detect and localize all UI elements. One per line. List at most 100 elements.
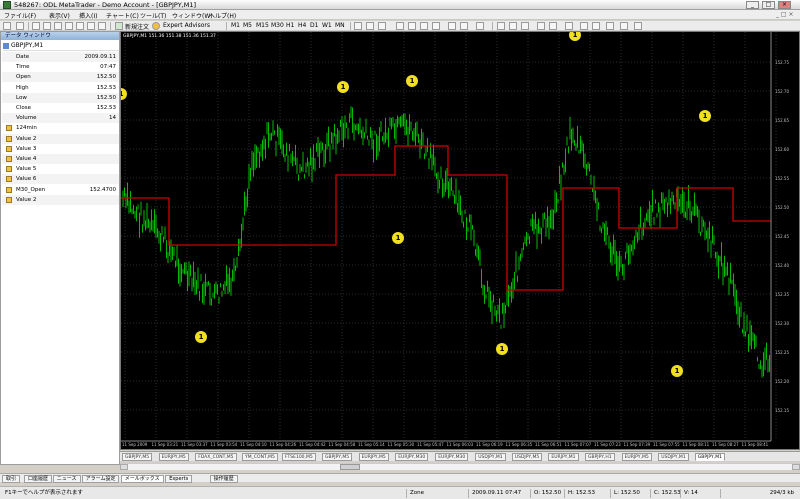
- trendline-icon[interactable]: [408, 22, 416, 30]
- data-row-value: 152.50: [96, 74, 116, 81]
- chart-tab[interactable]: EURJPY,M5: [158, 453, 189, 461]
- close-button[interactable]: ×: [778, 1, 791, 9]
- chart-tab[interactable]: FTSE100,M5: [282, 453, 316, 461]
- templates-icon[interactable]: [634, 22, 642, 30]
- toolbar-separator: [226, 22, 227, 30]
- navigator-icon[interactable]: [54, 22, 62, 30]
- timeframe-m30[interactable]: M30: [271, 22, 284, 29]
- scroll-left-button[interactable]: [120, 464, 128, 470]
- zoom-in-icon[interactable]: [537, 22, 545, 30]
- price-label: 152.25: [775, 350, 789, 355]
- new-chart-icon[interactable]: [3, 22, 11, 30]
- chart-tab[interactable]: EURJPY,M30: [435, 453, 469, 461]
- chart-tab[interactable]: USDJPY,M1: [658, 453, 689, 461]
- terminal-tab[interactable]: 操作履歴: [209, 475, 238, 483]
- chart-canvas[interactable]: [121, 32, 800, 450]
- text-icon[interactable]: [448, 22, 456, 30]
- timeframe-mn[interactable]: MN: [335, 22, 345, 29]
- terminal-tab[interactable]: Experts: [165, 475, 193, 483]
- new-order-icon[interactable]: [115, 22, 123, 30]
- chart-tab[interactable]: USDJPY,M1: [475, 453, 506, 461]
- data-row-value: 152.4700: [89, 186, 116, 193]
- timeframe-w1[interactable]: W1: [322, 22, 332, 29]
- new-order-button[interactable]: 新規注文: [125, 22, 149, 31]
- chart-tab[interactable]: EURJPY,M5: [621, 453, 652, 461]
- timeframe-m5[interactable]: M5: [243, 22, 252, 29]
- profiles-icon[interactable]: [16, 22, 24, 30]
- chart-tab[interactable]: FDAX_CONT,M5: [195, 453, 237, 461]
- data-row: Value 2: [2, 194, 119, 205]
- horizontal-line-icon[interactable]: [396, 22, 404, 30]
- timeframe-h1[interactable]: H1: [286, 22, 294, 29]
- terminal-tab[interactable]: ニュース: [52, 475, 81, 483]
- menu-help[interactable]: ヘルプ(H): [209, 11, 236, 20]
- scroll-thumb[interactable]: [340, 464, 360, 470]
- status-help: F1キーでヘルプが表示されます: [5, 490, 83, 496]
- chart-tab[interactable]: EURJPY,M5: [358, 453, 389, 461]
- line-chart-icon[interactable]: [521, 22, 529, 30]
- candlestick-icon[interactable]: [509, 22, 517, 30]
- scroll-right-button[interactable]: [792, 464, 800, 470]
- chart-tab[interactable]: EURJPY,M30: [395, 453, 429, 461]
- expert-advisors-icon[interactable]: [152, 22, 160, 30]
- terminal-tab[interactable]: アラーム設定: [81, 475, 120, 483]
- terminal-tab[interactable]: 口座履歴: [24, 475, 53, 483]
- arrows-icon[interactable]: [476, 22, 484, 30]
- time-label: 11 Sep 07:55: [653, 442, 680, 447]
- window-title: 548267: ODL MetaTrader - Demo Account - …: [14, 1, 197, 9]
- bar-chart-icon[interactable]: [497, 22, 505, 30]
- data-row: M30_Open 152.4700: [2, 184, 119, 195]
- minimize-button[interactable]: _: [746, 1, 759, 9]
- market-watch-icon[interactable]: [32, 22, 40, 30]
- menu-window[interactable]: ウィンドウ(W): [172, 11, 213, 20]
- indicators-icon[interactable]: [606, 22, 614, 30]
- auto-scroll-icon[interactable]: [580, 22, 588, 30]
- chart-tab[interactable]: GBPJPY,M5: [122, 453, 153, 461]
- expert-advisors-button[interactable]: Expert Advisors: [163, 22, 210, 29]
- data-row-label: Volume: [16, 115, 37, 122]
- timeframe-m15[interactable]: M15: [256, 22, 269, 29]
- indicator-icon: [6, 176, 12, 183]
- data-row-label: 124min: [16, 125, 37, 132]
- chart-tab[interactable]: GBPJPY,H1: [585, 453, 615, 461]
- tester-icon[interactable]: [76, 22, 84, 30]
- menu-view[interactable]: 表示(V): [49, 11, 70, 20]
- timeframe-m1[interactable]: M1: [231, 22, 240, 29]
- chart-shift-icon[interactable]: [592, 22, 600, 30]
- fibonacci-icon[interactable]: [432, 22, 440, 30]
- maximize-button[interactable]: □: [762, 1, 775, 9]
- mdi-window-controls[interactable]: _ □ ×: [776, 11, 794, 18]
- chart-tab[interactable]: GBPJPY,M1: [694, 453, 725, 461]
- timeframe-d1[interactable]: D1: [310, 22, 318, 29]
- tile-windows-icon[interactable]: [565, 22, 573, 30]
- data-window-icon[interactable]: [43, 22, 51, 30]
- status-close: C: 152.53: [650, 489, 681, 498]
- label-icon[interactable]: [460, 22, 468, 30]
- periods-icon[interactable]: [620, 22, 628, 30]
- chart-tab[interactable]: YM_CONT,M5: [242, 453, 278, 461]
- terminal-tab[interactable]: 取引: [2, 475, 21, 483]
- vertical-line-icon[interactable]: [378, 22, 386, 30]
- chart-tab[interactable]: EURJPY,M1: [548, 453, 579, 461]
- terminal-icon[interactable]: [65, 22, 73, 30]
- data-row: Volume 14: [2, 113, 119, 124]
- history-icon[interactable]: [87, 22, 95, 30]
- chart-tab[interactable]: GBPJPY,M5: [322, 453, 353, 461]
- horizontal-scrollbar[interactable]: [120, 463, 800, 470]
- channel-icon[interactable]: [420, 22, 428, 30]
- menu-file[interactable]: ファイル(F): [4, 11, 36, 20]
- metaeditor-icon[interactable]: [98, 22, 106, 30]
- menu-insert[interactable]: 挿入(I): [79, 11, 97, 20]
- chart-tab[interactable]: USDJPY,M5: [511, 453, 543, 461]
- menu-tools[interactable]: ツール(T): [140, 11, 166, 20]
- zoom-out-icon[interactable]: [549, 22, 557, 30]
- crosshair-icon[interactable]: [366, 22, 374, 30]
- timeframe-h4[interactable]: H4: [298, 22, 306, 29]
- time-label: 11 Sep 04:26: [269, 442, 297, 447]
- terminal-tab[interactable]: メールボックス: [120, 475, 164, 483]
- cursor-icon[interactable]: [354, 22, 362, 30]
- chart-area[interactable]: GBPJPY,M1 151.36 151.38 151.36 151.37 15…: [120, 31, 800, 450]
- menu-chart[interactable]: チャート(C): [106, 11, 139, 20]
- signal-marker: 1: [392, 232, 404, 244]
- data-row: Value 6: [2, 174, 119, 185]
